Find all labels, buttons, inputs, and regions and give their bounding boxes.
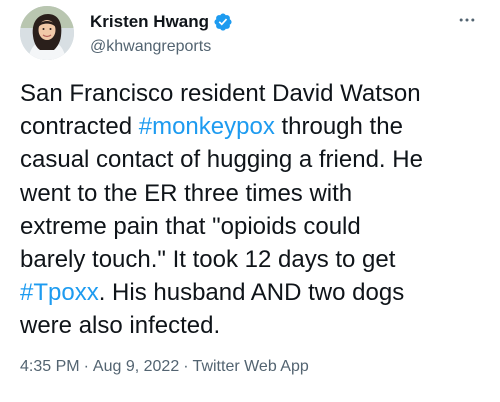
handle[interactable]: @khwangreports <box>90 36 233 58</box>
meta-separator: · <box>83 358 89 375</box>
tweet-line: went to the ER three times with <box>20 177 490 210</box>
display-name[interactable]: Kristen Hwang <box>90 10 209 34</box>
tweet-line: #Tpoxx. His husband AND two dogs <box>20 276 490 309</box>
text-segment: . His husband AND two dogs <box>98 279 405 307</box>
text-segment: extreme pain that "opioids could <box>20 212 361 240</box>
text-segment: contracted <box>20 113 139 141</box>
tweet-date[interactable]: Aug 9, 2022 <box>93 358 179 375</box>
tweet-line: barely touch." It took 12 days to get <box>20 243 490 276</box>
text-segment: went to the ER three times with <box>20 179 353 207</box>
author-info: Kristen Hwang @khwangreports <box>90 10 233 58</box>
avatar[interactable] <box>20 6 74 60</box>
name-row: Kristen Hwang <box>90 10 233 34</box>
tweet-line: contracted #monkeypox through the <box>20 110 490 143</box>
tweet-text: San Francisco resident David Watson cont… <box>20 77 490 343</box>
tweet-line: casual contact of hugging a friend. He <box>20 143 490 176</box>
text-segment: were also infected. <box>20 312 221 340</box>
verified-badge-icon <box>213 12 233 32</box>
text-segment: barely touch." It took 12 days to get <box>20 245 396 273</box>
ellipsis-icon[interactable] <box>454 10 480 30</box>
text-segment: San Francisco resident David Watson <box>20 80 421 107</box>
tweet-header: Kristen Hwang @khwangreports <box>20 6 480 62</box>
tweet-source[interactable]: Twitter Web App <box>193 358 309 375</box>
text-segment: through the <box>274 113 403 141</box>
tweet-line: were also infected. <box>20 309 490 342</box>
tweet-line: San Francisco resident David Watson <box>20 77 490 110</box>
tweet-line: extreme pain that "opioids could <box>20 210 490 243</box>
text-segment: casual contact of hugging a friend. He <box>20 146 423 174</box>
meta-separator: · <box>183 358 189 375</box>
profile-photo-icon <box>20 6 74 60</box>
tweet-meta: 4:35 PM · Aug 9, 2022 · Twitter Web App <box>20 356 309 378</box>
hashtag-monkeypox[interactable]: #monkeypox <box>139 113 275 140</box>
tweet-card: Kristen Hwang @khwangreports San Francis… <box>0 0 500 402</box>
hashtag-tpoxx[interactable]: #Tpoxx <box>20 279 99 306</box>
tweet-time[interactable]: 4:35 PM <box>20 358 80 375</box>
